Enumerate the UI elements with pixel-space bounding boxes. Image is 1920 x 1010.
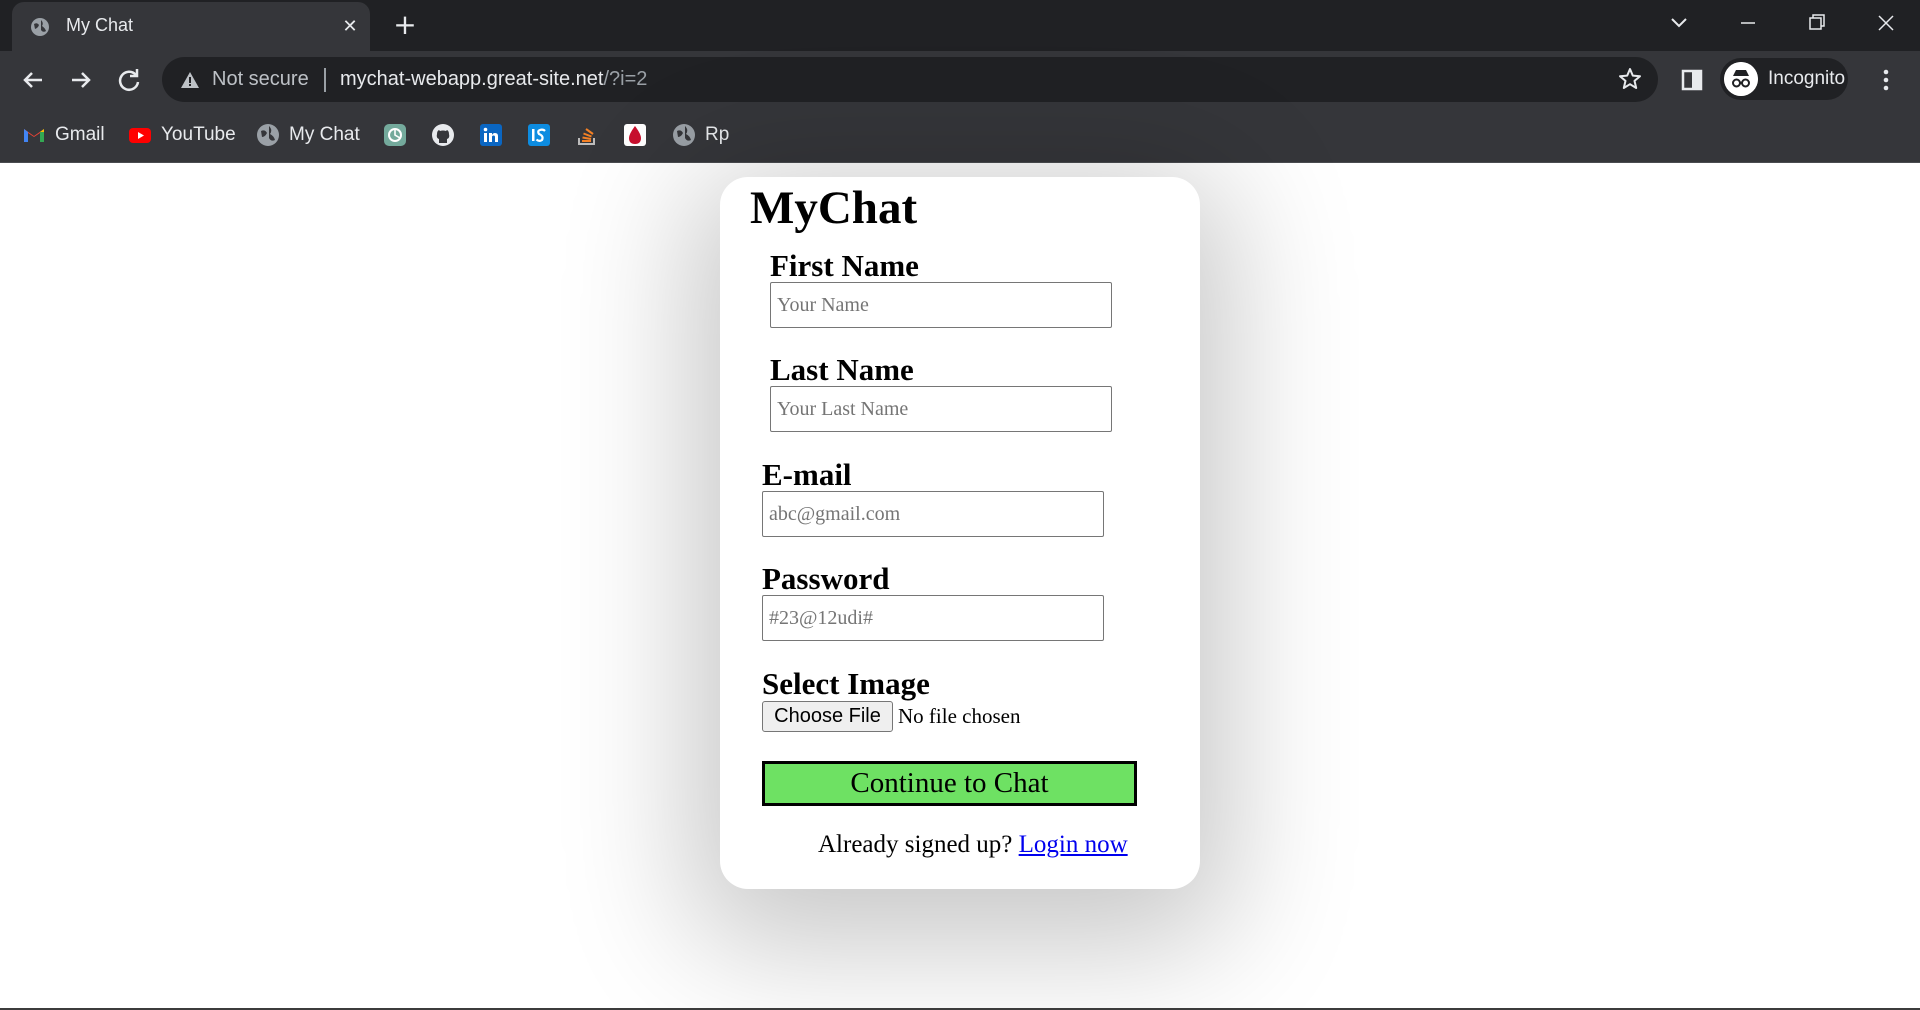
already-signed-up-text: Already signed up? [818, 831, 1013, 858]
file-status: No file chosen [898, 704, 1021, 728]
linkedin-icon[interactable] [479, 123, 503, 147]
choose-file-button[interactable]: Choose File [762, 701, 893, 732]
bookmark-gmail[interactable]: Gmail [22, 122, 105, 148]
bookmark-label: Gmail [55, 124, 105, 145]
bookmark-label: YouTube [161, 124, 236, 145]
last-name-label: Last Name [770, 352, 914, 387]
address-bar[interactable]: Not secure mychat-webapp.great-site.net/… [162, 57, 1658, 102]
profile-label: Incognito [1768, 68, 1846, 89]
chatgpt-icon[interactable] [383, 123, 407, 147]
globe-icon [257, 124, 279, 146]
bookmarks-bar: Gmail YouTube My Chat Rp [0, 108, 1920, 163]
stackoverflow-icon[interactable] [575, 123, 599, 147]
password-label: Password [762, 561, 890, 596]
email-label: E-mail [762, 457, 852, 492]
warning-icon[interactable] [180, 71, 200, 89]
continue-to-chat-button[interactable]: Continue to Chat [762, 761, 1137, 806]
bookmark-rp[interactable]: Rp [672, 122, 729, 148]
login-now-link[interactable]: Login now [1019, 831, 1128, 858]
tab-search-icon[interactable] [1659, 8, 1699, 38]
profile-button[interactable]: Incognito [1720, 58, 1848, 100]
reload-icon[interactable] [112, 63, 146, 97]
url-text[interactable]: mychat-webapp.great-site.net/?i=2 [340, 68, 647, 91]
forward-arrow-icon[interactable] [64, 63, 98, 97]
close-tab-icon[interactable]: ✕ [339, 16, 361, 38]
globe-icon [673, 124, 695, 146]
first-name-input[interactable] [770, 282, 1112, 328]
bookmark-star-icon[interactable] [1617, 66, 1643, 92]
side-panel-icon[interactable] [1680, 68, 1704, 92]
email-input[interactable] [762, 491, 1104, 537]
gmail-icon [24, 129, 44, 142]
youtube-icon [129, 128, 151, 143]
incognito-icon [1724, 62, 1758, 96]
is-icon[interactable] [527, 123, 551, 147]
last-name-input[interactable] [770, 386, 1112, 432]
bookmark-label: My Chat [289, 124, 360, 145]
browser-tab[interactable]: My Chat ✕ [12, 2, 370, 51]
first-name-label: First Name [770, 248, 919, 283]
bookmark-label: Rp [705, 124, 730, 145]
login-prompt: Already signed up? Login now [818, 831, 1128, 859]
back-arrow-icon[interactable] [16, 63, 50, 97]
browser-toolbar: Not secure mychat-webapp.great-site.net/… [0, 51, 1920, 108]
restore-icon[interactable] [1796, 8, 1836, 38]
password-input[interactable] [762, 595, 1104, 641]
globe-icon [31, 18, 49, 36]
page-title: MyChat [750, 182, 918, 234]
select-image-label: Select Image [762, 666, 930, 701]
new-tab-button[interactable]: + [390, 10, 420, 40]
kebab-menu-icon[interactable] [1874, 66, 1898, 94]
bookmark-mychat[interactable]: My Chat [256, 122, 360, 148]
url-host: mychat-webapp.great-site.net [340, 68, 604, 90]
url-path: /?i=2 [603, 68, 648, 90]
close-window-icon[interactable] [1866, 8, 1906, 38]
tab-title: My Chat [66, 15, 134, 35]
blood-drop-icon[interactable] [623, 123, 647, 147]
not-secure-label: Not secure [212, 68, 309, 90]
address-separator [324, 68, 326, 92]
browser-titlebar: My Chat ✕ + [0, 0, 1920, 51]
bookmark-youtube[interactable]: YouTube [128, 122, 236, 148]
minimize-icon[interactable] [1728, 8, 1768, 38]
github-icon[interactable] [431, 123, 455, 147]
